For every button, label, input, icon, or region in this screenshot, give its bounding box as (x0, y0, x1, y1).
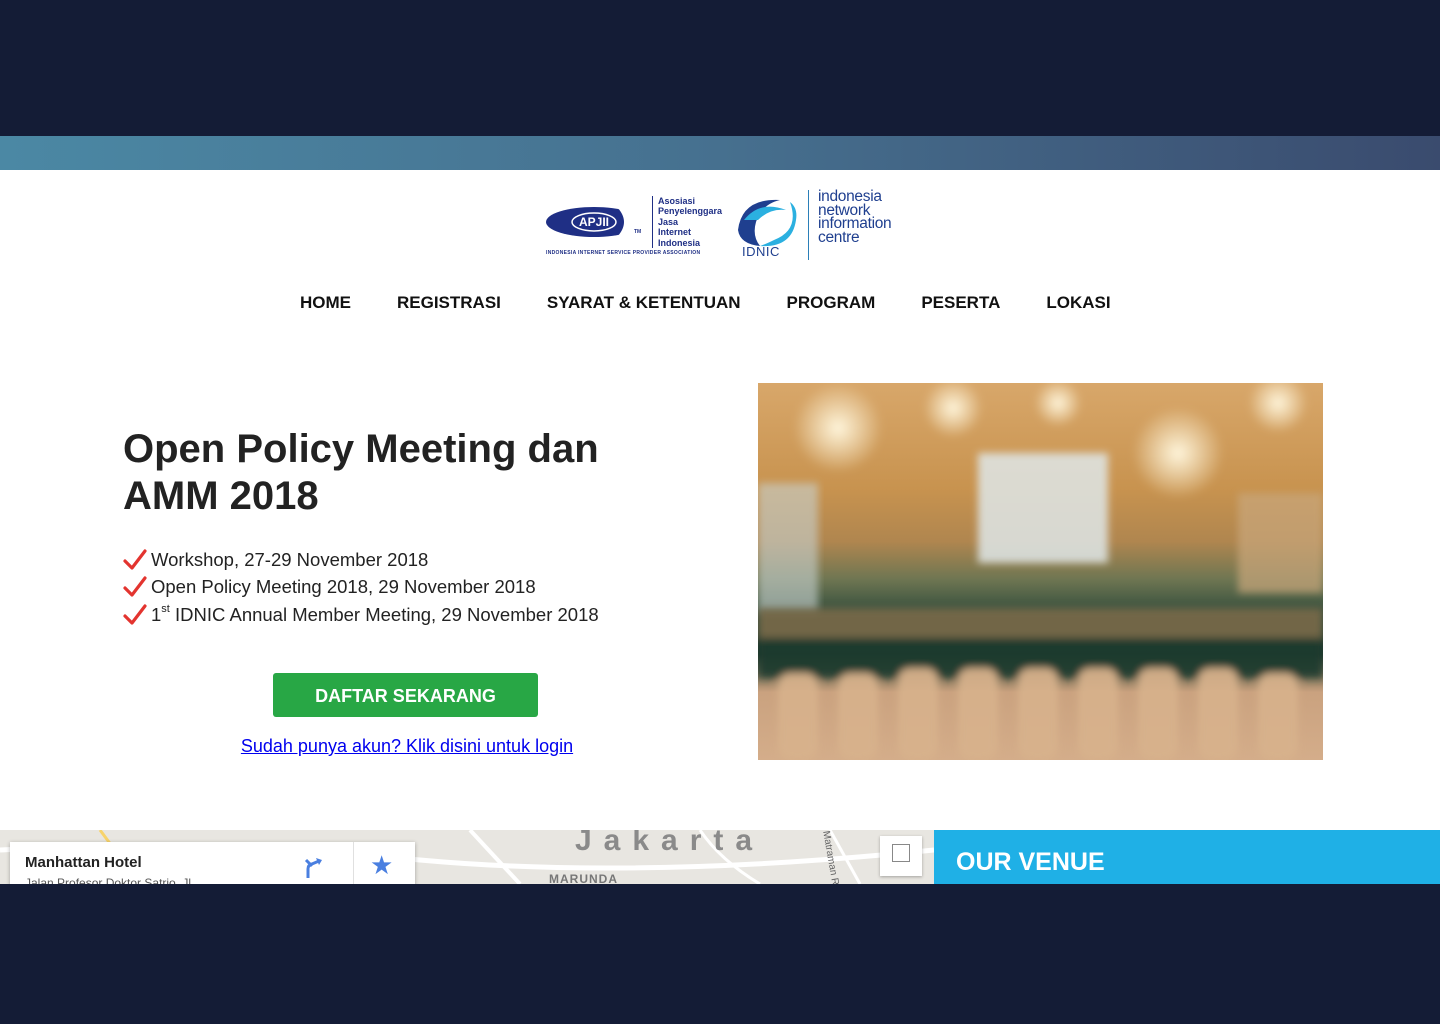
checkbox-icon (892, 844, 910, 862)
login-link[interactable]: Sudah punya akun? Klik disini untuk logi… (237, 736, 577, 757)
apjii-name: Asosiasi Penyelenggara Jasa Internet Ind… (652, 196, 722, 249)
nav-lokasi[interactable]: LOKASI (1046, 292, 1110, 316)
check-icon (123, 604, 147, 625)
check-icon (123, 549, 147, 570)
card-divider (353, 842, 354, 884)
feature-item: 1st IDNIC Annual Member Meeting, 29 Nove… (123, 601, 599, 629)
directions-icon[interactable] (302, 856, 326, 880)
map-fullscreen-control[interactable] (880, 836, 922, 876)
check-icon (123, 576, 147, 597)
location-map[interactable]: Jakarta MARUNDA Matraman R Manhattan Hot… (0, 830, 934, 884)
feature-text: 1st IDNIC Annual Member Meeting, 29 Nove… (151, 602, 599, 625)
venue-title: OUR VENUE (956, 848, 1105, 876)
register-now-button[interactable]: DAFTAR SEKARANG (273, 673, 538, 717)
apjii-tm: TM (634, 229, 642, 235)
logo-area[interactable]: APJII TM Asosiasi Penyelenggara Jasa Int… (546, 188, 906, 268)
main-nav: HOME REGISTRASI SYARAT & KETENTUAN PROGR… (300, 292, 1157, 316)
page: APJII TM Asosiasi Penyelenggara Jasa Int… (0, 136, 1440, 884)
idnic-name: indonesia network information centre (808, 189, 892, 260)
apjii-subtitle: INDONESIA INTERNET SERVICE PROVIDER ASSO… (546, 250, 701, 256)
nav-registrasi[interactable]: REGISTRASI (397, 292, 501, 316)
conference-hall-illustration (758, 383, 1323, 760)
nav-home[interactable]: HOME (300, 292, 351, 316)
top-bar (0, 136, 1440, 170)
apjii-mark-text: APJII (579, 215, 610, 229)
place-name: Manhattan Hotel (25, 854, 142, 871)
map-city-label: Jakarta (575, 830, 765, 857)
feature-list: Workshop, 27-29 November 2018 Open Polic… (123, 546, 599, 629)
feature-item: Workshop, 27-29 November 2018 (123, 546, 599, 574)
hero-title: Open Policy Meeting dan AMM 2018 (123, 427, 599, 518)
nav-syarat-ketentuan[interactable]: SYARAT & KETENTUAN (547, 292, 741, 316)
conference-hall-image (758, 383, 1323, 760)
feature-item: Open Policy Meeting 2018, 29 November 20… (123, 574, 599, 602)
idnic-label: IDNIC (742, 244, 780, 259)
venue-panel: OUR VENUE (934, 830, 1440, 884)
map-place-card: Manhattan Hotel Jalan Profesor Doktor Sa… (10, 842, 415, 884)
place-address: Jalan Profesor Doktor Satrio, Jl... (25, 876, 202, 884)
feature-text: Workshop, 27-29 November 2018 (151, 548, 429, 570)
nav-peserta[interactable]: PESERTA (921, 292, 1000, 316)
star-icon[interactable]: ★ (370, 852, 393, 878)
map-area-label: MARUNDA (549, 872, 618, 884)
nav-program[interactable]: PROGRAM (787, 292, 876, 316)
feature-text: Open Policy Meeting 2018, 29 November 20… (151, 576, 536, 598)
